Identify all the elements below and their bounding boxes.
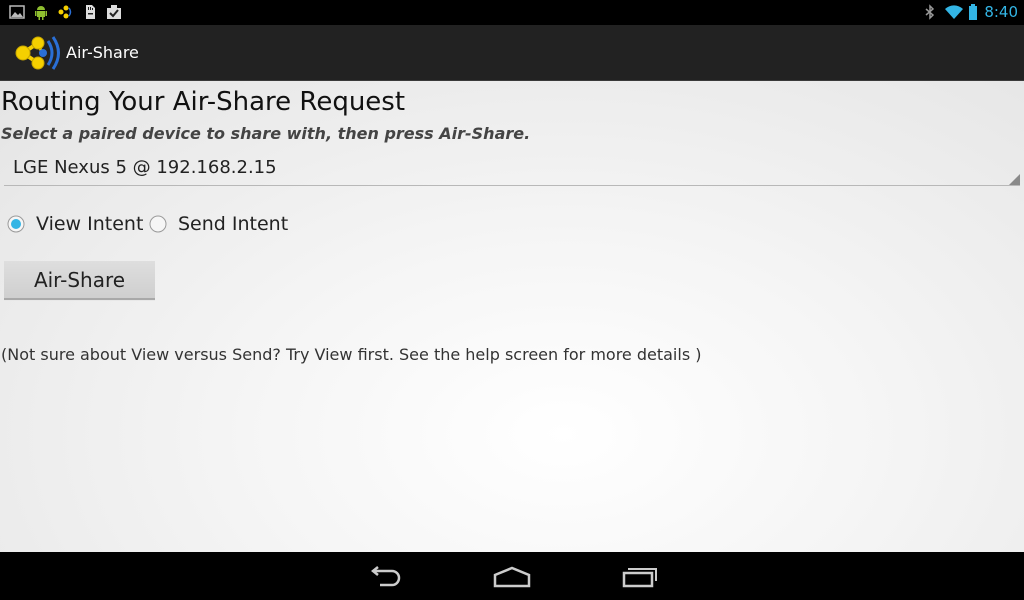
- view-intent-radio[interactable]: View Intent: [7, 211, 147, 237]
- page-title: Routing Your Air-Share Request: [1, 87, 406, 117]
- status-bar: 8:40: [0, 0, 1024, 25]
- download-complete-icon: [107, 5, 121, 19]
- radio-checked-icon: [7, 215, 25, 233]
- send-intent-radio[interactable]: Send Intent: [149, 211, 299, 237]
- recent-apps-icon[interactable]: [618, 564, 662, 590]
- status-clock: 8:40: [984, 3, 1018, 21]
- android-debug-icon: [35, 6, 47, 20]
- wifi-icon: [945, 5, 963, 19]
- air-share-button[interactable]: Air-Share: [4, 261, 155, 300]
- dropdown-corner-icon: [1009, 174, 1020, 185]
- bluetooth-icon: [925, 4, 935, 20]
- app-title: Air-Share: [66, 43, 139, 62]
- navigation-bar: [0, 552, 1024, 600]
- image-notification-icon: [9, 5, 25, 19]
- action-bar: Air-Share: [0, 25, 1024, 81]
- device-select[interactable]: LGE Nexus 5 @ 192.168.2.15: [4, 153, 1020, 186]
- radio-unchecked-icon: [149, 215, 167, 233]
- main-content: Routing Your Air-Share Request Select a …: [0, 81, 1024, 552]
- send-intent-label: Send Intent: [178, 213, 289, 235]
- home-icon[interactable]: [490, 564, 534, 590]
- battery-icon: [969, 4, 977, 20]
- back-icon[interactable]: [362, 564, 406, 590]
- sd-card-icon: [86, 5, 95, 19]
- airshare-notification-icon: [58, 5, 72, 19]
- view-intent-label: View Intent: [36, 213, 144, 235]
- device-select-value: LGE Nexus 5 @ 192.168.2.15: [13, 157, 277, 178]
- airshare-logo-icon[interactable]: [14, 35, 62, 71]
- android-screen: 8:40 Air-Share Routing Your Air-Share Re…: [0, 0, 1024, 600]
- help-text: (Not sure about View versus Send? Try Vi…: [1, 345, 702, 364]
- instructions-text: Select a paired device to share with, th…: [1, 124, 531, 143]
